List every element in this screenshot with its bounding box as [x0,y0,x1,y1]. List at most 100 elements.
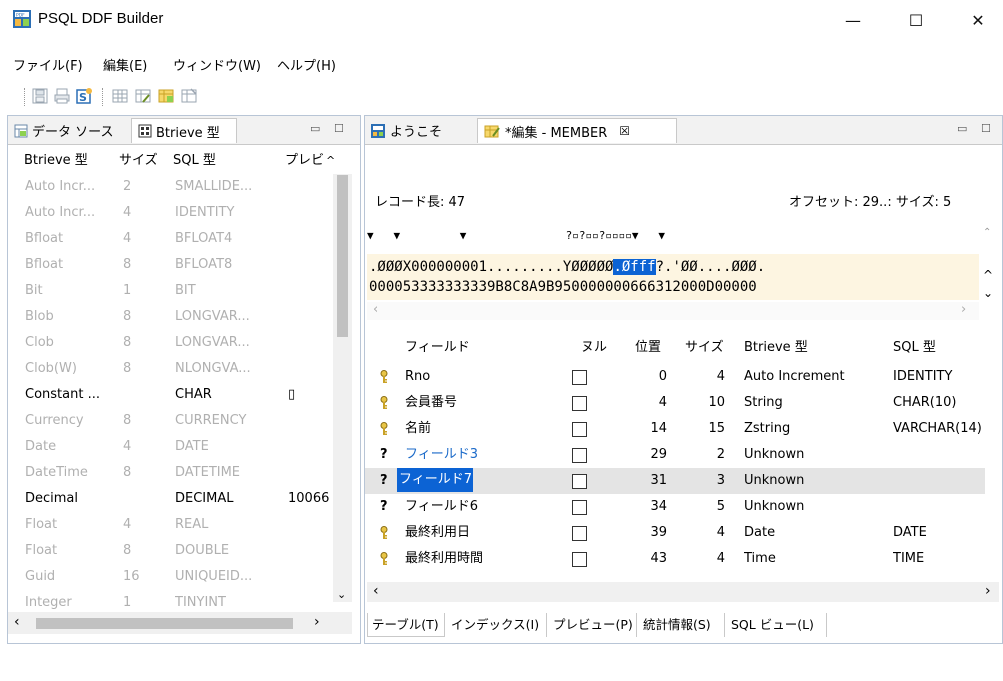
col-field[interactable]: フィールド [405,335,470,361]
table-row[interactable]: Clob 8 LONGVAR... [8,330,330,356]
type-cell-sql: DATETIME [175,465,241,480]
menu-help[interactable]: ヘルプ(H) [277,55,336,74]
field-name-cell[interactable]: 名前 [405,416,565,442]
null-checkbox[interactable] [572,500,587,515]
tab-btrieve-types[interactable]: Btrieve 型 [131,118,237,143]
table-row[interactable]: Bfloat 8 BFLOAT8 [8,252,330,278]
new-schema-icon[interactable]: S [75,87,93,105]
save-icon[interactable] [31,87,49,105]
table-row[interactable]: Blob 8 LONGVAR... [8,304,330,330]
editor-maximize-icon[interactable]: ☐ [981,122,991,135]
panel-maximize-icon[interactable]: ☐ [334,122,344,135]
field-name-cell[interactable]: Rno [405,364,565,390]
table-row[interactable]: Date 4 DATE [8,434,330,460]
menu-edit[interactable]: 編集(E) [103,55,147,74]
null-checkbox[interactable] [572,448,587,463]
table-icon[interactable] [111,87,129,105]
type-cell-preview: ▯ [288,387,296,402]
null-checkbox[interactable] [572,474,587,489]
field-name-cell[interactable]: フィールド3 [405,442,565,468]
menu-file[interactable]: ファイル(F) [13,55,83,74]
tab-data-source[interactable]: データ ソース [8,118,128,143]
field-cell-sql [893,442,985,468]
col-null[interactable]: ヌル [581,335,607,361]
tab-welcome[interactable]: ようこそ [365,118,473,143]
hex-horizontal-scrollbar[interactable]: ‹ › [367,302,979,320]
table-delete-icon[interactable] [180,87,198,105]
print-icon[interactable] [53,87,71,105]
col-field-sql-type[interactable]: SQL 型 [893,335,936,361]
left-hscroll-thumb[interactable] [36,618,293,629]
tab-sql-view[interactable]: SQL ビュー(L) [727,613,827,637]
table-row[interactable]: Guid 16 UNIQUEID... [8,564,330,590]
fields-horizontal-scrollbar[interactable]: ‹ › [367,582,999,602]
field-name-cell[interactable]: 最終利用時間 [405,546,565,572]
table-row[interactable]: Float 4 REAL [8,512,330,538]
minimize-button[interactable]: — [830,0,876,40]
col-preview[interactable]: プレビュ [285,148,325,174]
col-size[interactable]: サイズ [119,148,158,174]
table-add-icon[interactable] [157,87,175,105]
field-row[interactable]: 名前 14 15 Zstring VARCHAR(14) [365,416,985,442]
null-checkbox[interactable] [572,422,587,437]
scroll-left-icon[interactable]: ‹ [14,614,20,630]
table-row[interactable]: Bfloat 4 BFLOAT4 [8,226,330,252]
table-row[interactable]: Auto Incr... 2 SMALLIDE... [8,174,330,200]
table-row[interactable]: DateTime 8 DATETIME [8,460,330,486]
table-row[interactable]: Float 8 DOUBLE [8,538,330,564]
panel-minimize-icon[interactable]: ▭ [310,122,320,135]
close-button[interactable]: ✕ [955,0,1001,40]
editor-minimize-icon[interactable]: ▭ [957,122,967,135]
key-icon [380,370,388,383]
table-row[interactable]: Decimal DECIMAL 10066 [8,486,330,512]
field-row[interactable]: ? フィールド7 31 3 Unknown [365,468,985,494]
table-row[interactable]: Constant ... CHAR ▯ [8,382,330,408]
fields-scroll-left-icon[interactable]: ‹ [373,583,379,599]
left-horizontal-scrollbar[interactable]: ‹ › [8,612,352,634]
field-row[interactable]: 最終利用日 39 4 Date DATE [365,520,985,546]
left-vscroll-thumb[interactable] [337,175,348,337]
table-row[interactable]: Clob(W) 8 NLONGVA... [8,356,330,382]
null-checkbox[interactable] [572,526,587,541]
field-name-cell[interactable]: 会員番号 [405,390,565,416]
field-row[interactable]: 最終利用時間 43 4 Time TIME [365,546,985,572]
tab-index[interactable]: インデックス(I) [447,613,547,637]
type-cell-preview [288,564,330,590]
hex-view[interactable]: .ØØØX000000001.........YØØØØØ.Øfff?.'ØØ.… [367,254,979,300]
tab-statistics[interactable]: 統計情報(S) [639,613,725,637]
table-row[interactable]: Bit 1 BIT [8,278,330,304]
null-checkbox[interactable] [572,370,587,385]
tab-edit-member[interactable]: *編集 - MEMBER ☒ [477,118,677,143]
hex-down-icon[interactable]: ⌄ [983,286,993,300]
fields-scroll-right-icon[interactable]: › [985,583,991,599]
menu-window[interactable]: ウィンドウ(W) [173,55,261,74]
col-field-btrieve-type[interactable]: Btrieve 型 [744,335,808,361]
tab-preview[interactable]: プレビュー(P) [549,613,637,637]
hex-scroll-up-icon[interactable]: ⌃ [983,227,991,238]
editor-panel: ようこそ *編集 - MEMBER ☒ ▭ ☐ レコード長: 47 オフセット:… [364,115,1003,644]
field-row[interactable]: ? フィールド6 34 5 Unknown [365,494,985,520]
scroll-down-icon[interactable]: ⌄ [337,588,346,601]
col-position[interactable]: 位置 [635,335,661,361]
field-name-cell[interactable]: フィールド6 [405,494,565,520]
null-checkbox[interactable] [572,552,587,567]
maximize-button[interactable]: ☐ [893,0,939,40]
col-sql-type[interactable]: SQL 型 [173,148,216,174]
table-row[interactable]: Auto Incr... 4 IDENTITY [8,200,330,226]
col-btrieve-type[interactable]: Btrieve 型 [24,148,88,174]
table-wizard-icon[interactable] [134,87,152,105]
col-field-size[interactable]: サイズ [685,335,724,361]
scroll-right-icon[interactable]: › [314,614,320,630]
left-vertical-scrollbar[interactable]: ⌄ [333,174,352,602]
null-checkbox[interactable] [572,396,587,411]
field-row[interactable]: ? フィールド3 29 2 Unknown [365,442,985,468]
hex-up-icon[interactable]: ^ [983,268,993,282]
field-row[interactable]: Rno 0 4 Auto Increment IDENTITY [365,364,985,390]
field-row[interactable]: 会員番号 4 10 String CHAR(10) [365,390,985,416]
field-name-cell[interactable]: フィールド7 [396,468,474,492]
tab-table[interactable]: テーブル(T) [367,613,445,637]
table-row[interactable]: Currency 8 CURRENCY [8,408,330,434]
tab-close-icon[interactable]: ☒ [619,124,630,138]
type-cell-preview [288,538,330,564]
field-name-cell[interactable]: 最終利用日 [405,520,565,546]
